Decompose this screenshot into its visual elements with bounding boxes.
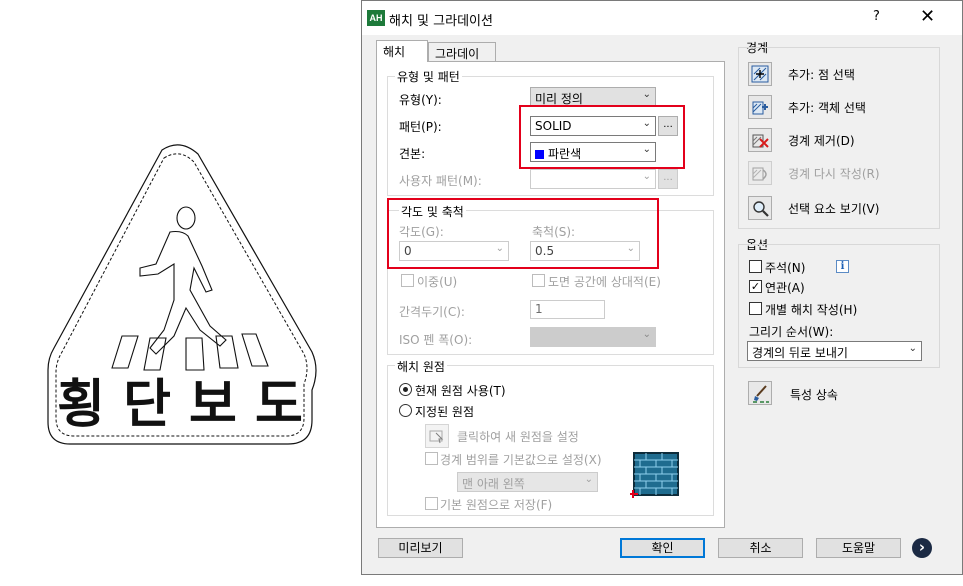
click-set-origin-label: 클릭하여 새 원점을 설정 — [457, 430, 579, 444]
double-label: 이중(U) — [417, 275, 458, 289]
chevron-down-icon: ⌄ — [642, 89, 651, 100]
sign-text: 횡 단 보 도 — [57, 375, 303, 435]
tab-hatch[interactable]: 해치 — [376, 40, 428, 62]
spacing-input[interactable]: 1 — [530, 300, 605, 319]
type-label: 유형(Y): — [399, 93, 442, 107]
store-origin-checkbox[interactable] — [425, 497, 438, 510]
pick-points-button[interactable] — [748, 62, 772, 86]
inherit-properties-button[interactable] — [748, 381, 772, 405]
cancel-button[interactable]: 취소 — [718, 538, 803, 558]
store-origin-label: 기본 원점으로 저장(F) — [440, 498, 553, 512]
origin-position-value: 맨 아래 왼쪽 — [462, 477, 525, 491]
crosswalk-sign-graphic: 횡 단 보 도 — [47, 144, 317, 445]
recreate-boundary-label[interactable]: 경계 다시 작성(R) — [788, 165, 880, 182]
chevron-down-icon: ⌄ — [908, 343, 917, 354]
pick-points-icon — [751, 65, 769, 83]
inherit-properties-label[interactable]: 특성 상속 — [790, 386, 838, 403]
click-set-origin-button[interactable] — [425, 424, 449, 448]
pick-points-label[interactable]: 추가: 점 선택 — [788, 66, 855, 83]
hatch-tab-panel: 유형 및 패턴 유형(Y): 미리 정의 ⌄ 패턴(P): SOLID ⌄ ..… — [376, 61, 725, 528]
hatch-origin-title: 해치 원점 — [395, 358, 447, 375]
specified-origin-radio[interactable] — [399, 404, 412, 417]
iso-pen-select[interactable]: ⌄ — [530, 327, 656, 347]
paintbrush-icon — [753, 385, 769, 403]
spacing-label: 간격두기(C): — [399, 305, 465, 319]
paper-space-checkbox[interactable] — [532, 274, 545, 287]
app-icon: AH — [367, 10, 385, 26]
ok-button[interactable]: 확인 — [620, 538, 705, 558]
select-objects-label[interactable]: 추가: 객체 선택 — [788, 99, 866, 116]
specified-origin-label: 지정된 원점 — [415, 405, 475, 419]
swatch-label: 견본: — [399, 147, 426, 161]
annotative-checkbox[interactable] — [749, 260, 762, 273]
iso-pen-label: ISO 펜 폭(O): — [399, 333, 473, 347]
select-objects-icon — [752, 101, 768, 115]
current-origin-radio[interactable] — [399, 383, 412, 396]
help-icon[interactable]: ? — [873, 9, 880, 24]
type-pattern-title: 유형 및 패턴 — [395, 68, 462, 85]
view-selections-label[interactable]: 선택 요소 보기(V) — [788, 200, 879, 217]
dialog-title: 해치 및 그라데이션 — [389, 14, 493, 29]
origin-preview-image — [630, 450, 680, 498]
recreate-boundary-button[interactable] — [748, 161, 772, 185]
close-icon[interactable]: ✕ — [920, 6, 935, 27]
view-selections-button[interactable] — [748, 196, 772, 220]
type-select[interactable]: 미리 정의 ⌄ — [530, 87, 656, 107]
separate-hatches-checkbox[interactable] — [749, 302, 762, 315]
hatch-dialog: AH 해치 및 그라데이션 ? ✕ 해치 그라데이션 유형 및 패턴 유형(Y)… — [361, 0, 963, 575]
custom-pattern-select[interactable]: ⌄ — [530, 169, 656, 189]
pattern-label: 패턴(P): — [399, 120, 442, 134]
default-extents-label: 경계 범위를 기본값으로 설정(X) — [440, 453, 602, 467]
remove-boundaries-label[interactable]: 경계 제거(D) — [788, 132, 855, 149]
draw-order-value: 경계의 뒤로 보내기 — [752, 346, 848, 360]
double-checkbox[interactable] — [401, 274, 414, 287]
more-options-icon[interactable]: › — [912, 538, 932, 558]
associative-checkbox[interactable]: ✓ — [749, 280, 762, 293]
help-button[interactable]: 도움말 — [816, 538, 901, 558]
preview-button[interactable]: 미리보기 — [378, 538, 463, 558]
custom-pattern-browse-button[interactable]: ... — [658, 169, 678, 189]
current-origin-label: 현재 원점 사용(T) — [415, 384, 506, 398]
origin-position-select[interactable]: 맨 아래 왼쪽 ⌄ — [457, 472, 598, 492]
dialog-titlebar[interactable]: AH 해치 및 그라데이션 ? ✕ — [362, 1, 962, 35]
crosswalk-sign-drawing: 횡 단 보 도 — [40, 140, 320, 450]
remove-boundaries-icon — [752, 134, 769, 148]
default-extents-checkbox[interactable] — [425, 452, 438, 465]
annotative-label: 주석(N) — [765, 261, 806, 275]
draw-order-label: 그리기 순서(W): — [749, 325, 834, 339]
draw-order-select[interactable]: 경계의 뒤로 보내기 ⌄ — [747, 341, 922, 361]
separate-hatches-label: 개별 해치 작성(H) — [765, 303, 858, 317]
tab-gradient[interactable]: 그라데이션 — [428, 42, 496, 78]
set-origin-icon — [429, 430, 444, 444]
info-icon[interactable]: i — [836, 260, 849, 273]
chevron-down-icon: ⌄ — [584, 474, 593, 485]
highlight-angle-scale-box — [387, 198, 659, 269]
associative-label: 연관(A) — [765, 281, 805, 295]
remove-boundaries-button[interactable] — [748, 128, 772, 152]
highlight-pattern-box — [519, 105, 685, 169]
recreate-boundary-icon — [752, 167, 767, 181]
custom-pattern-label: 사용자 패턴(M): — [399, 174, 482, 188]
chevron-down-icon: ⌄ — [642, 329, 651, 340]
select-objects-button[interactable] — [748, 95, 772, 119]
paper-space-label: 도면 공간에 상대적(E) — [548, 275, 661, 289]
type-value: 미리 정의 — [535, 92, 583, 106]
magnifier-icon — [753, 201, 769, 217]
chevron-down-icon: ⌄ — [642, 171, 651, 182]
